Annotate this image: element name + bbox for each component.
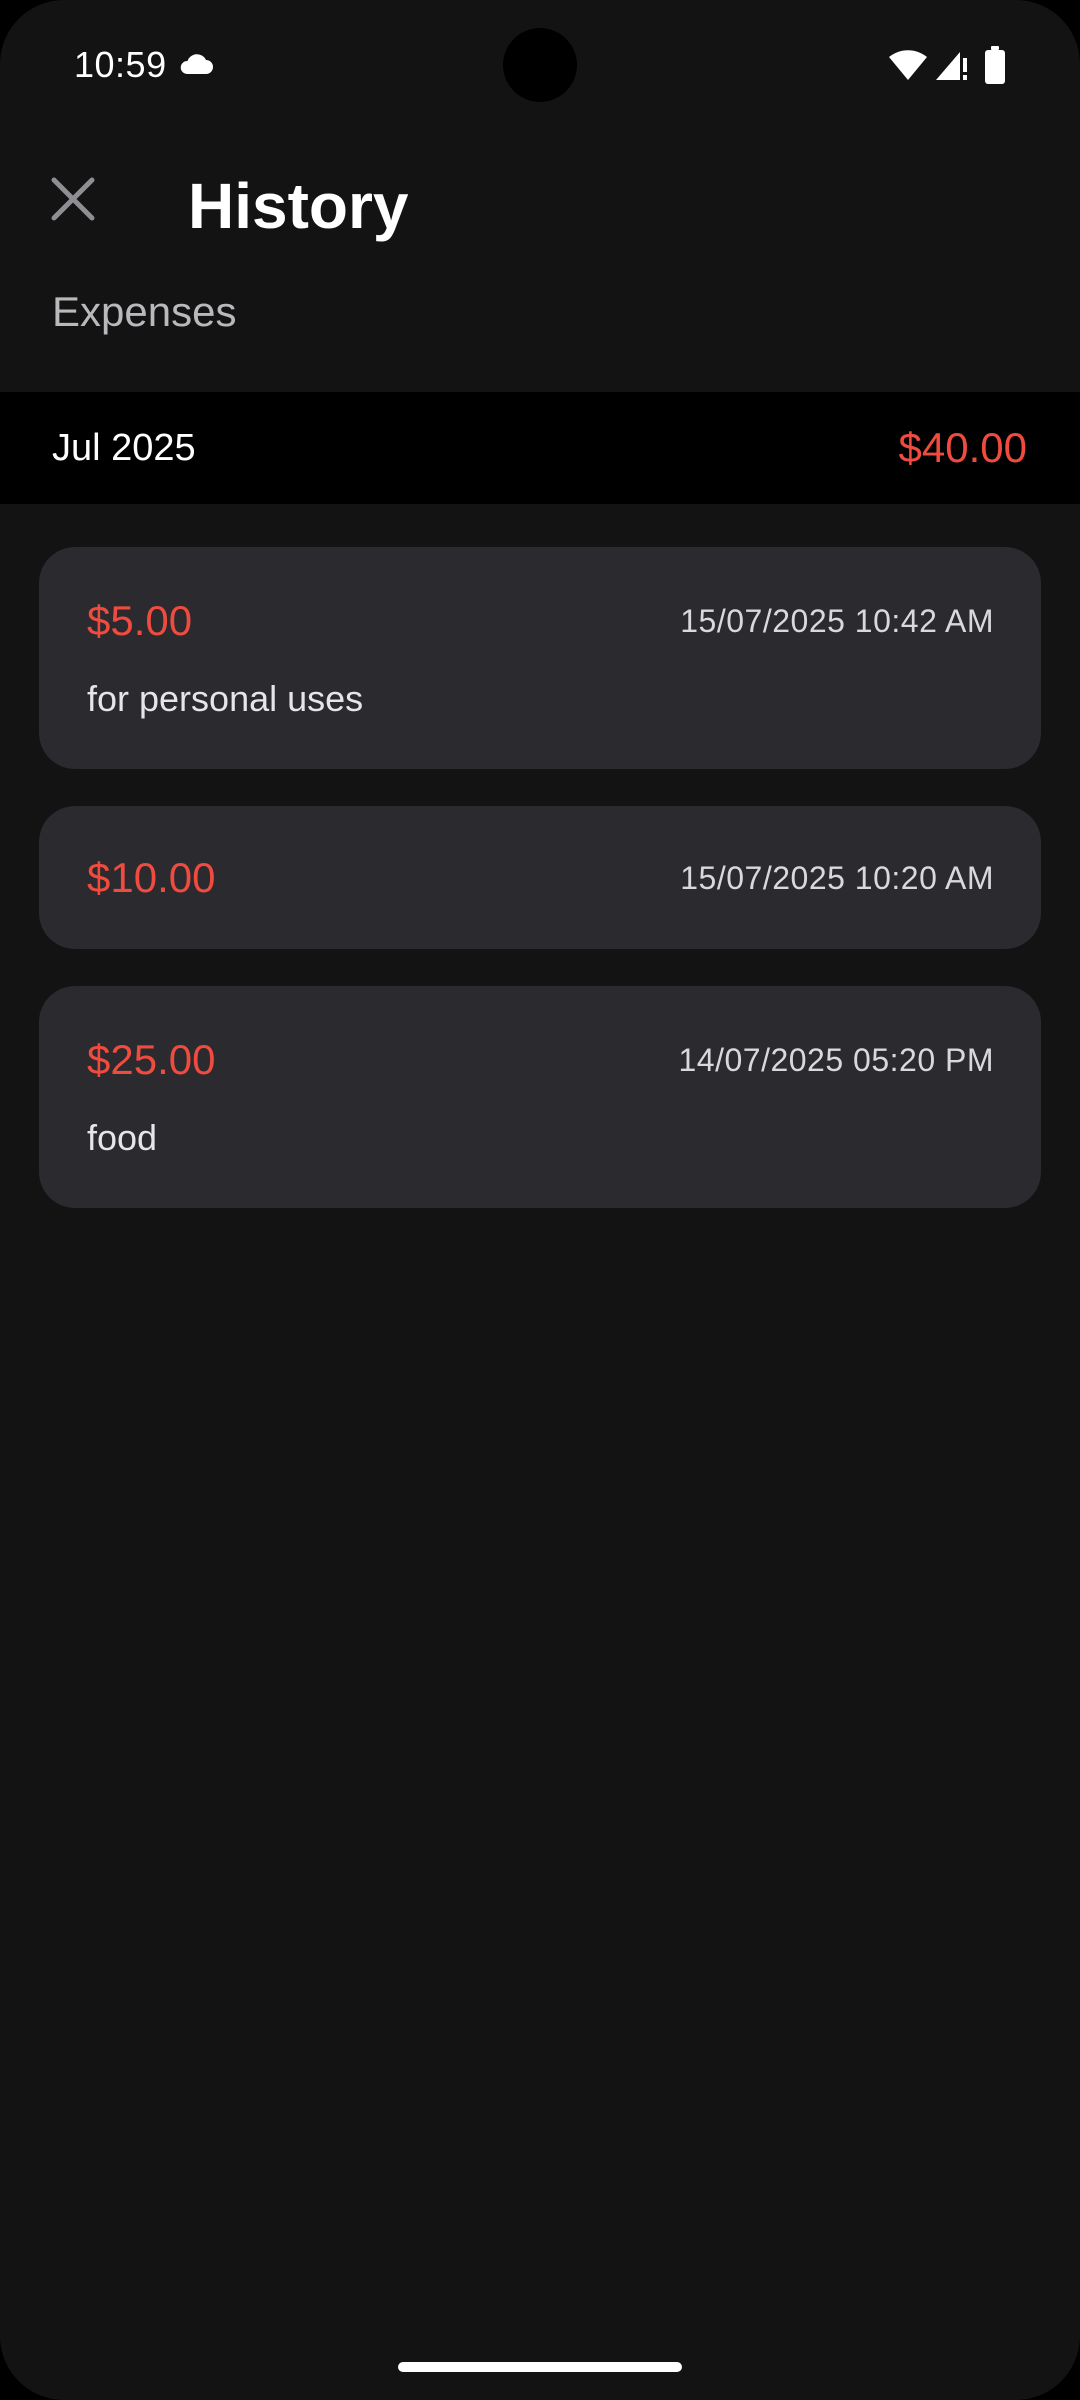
close-button[interactable] <box>40 166 106 232</box>
close-icon <box>51 177 95 221</box>
status-time: 10:59 <box>74 44 167 85</box>
month-label: Jul 2025 <box>52 427 196 469</box>
status-bar: 10:59 <box>0 0 1080 130</box>
transaction-datetime: 15/07/2025 10:20 AM <box>680 860 994 896</box>
signal-icon <box>936 52 967 80</box>
transaction-datetime: 15/07/2025 10:42 AM <box>680 603 994 639</box>
page-title: History <box>188 170 409 242</box>
transaction-list: $5.00 15/07/2025 10:42 AM for personal u… <box>39 547 1041 1245</box>
transaction-amount: $25.00 <box>87 1036 216 1083</box>
history-screen: 10:59 History Expenses Jul 2025 $40.00 $… <box>0 0 1080 2400</box>
transaction-note: food <box>87 1117 158 1158</box>
gesture-nav-handle[interactable] <box>398 2362 682 2372</box>
month-total: $40.00 <box>898 424 1027 471</box>
camera-cutout <box>503 28 577 102</box>
transaction-note: for personal uses <box>87 678 364 719</box>
transaction-datetime: 14/07/2025 05:20 PM <box>678 1042 994 1078</box>
cloud-icon <box>180 54 213 74</box>
transaction-amount: $10.00 <box>87 854 216 901</box>
transaction-amount: $5.00 <box>87 597 193 644</box>
section-label-expenses: Expenses <box>52 288 237 335</box>
transaction-card[interactable]: $5.00 15/07/2025 10:42 AM for personal u… <box>39 547 1041 769</box>
transaction-card[interactable]: $25.00 14/07/2025 05:20 PM food <box>39 986 1041 1208</box>
transaction-card[interactable]: $10.00 15/07/2025 10:20 AM <box>39 806 1041 949</box>
month-summary: Jul 2025 $40.00 <box>0 392 1080 504</box>
battery-icon <box>985 46 1005 84</box>
wifi-icon <box>889 50 927 80</box>
